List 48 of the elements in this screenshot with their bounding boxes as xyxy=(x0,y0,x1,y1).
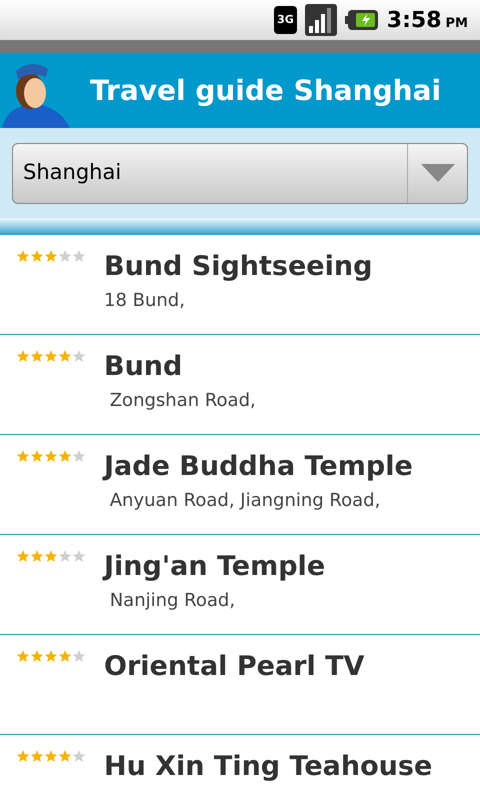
star-icon xyxy=(30,649,44,663)
place-name: Hu Xin Ting Teahouse xyxy=(104,750,432,784)
star-icon xyxy=(58,649,72,663)
star-icon xyxy=(16,249,30,263)
star-icon xyxy=(30,749,44,763)
star-icon xyxy=(58,749,72,763)
star-icon xyxy=(30,249,44,263)
clock-ampm: PM xyxy=(446,14,468,32)
place-address: 18 Bund, xyxy=(104,289,186,313)
star-icon xyxy=(72,349,86,363)
star-icon xyxy=(44,349,58,363)
place-name: Oriental Pearl TV xyxy=(104,650,364,684)
star-icon xyxy=(16,749,30,763)
place-address: Nanjing Road, xyxy=(108,589,236,613)
star-icon xyxy=(72,749,86,763)
star-icon xyxy=(72,649,86,663)
place-address: Zongshan Road, xyxy=(108,389,256,413)
star-icon xyxy=(16,549,30,563)
star-icon xyxy=(44,549,58,563)
place-name: Bund Sightseeing xyxy=(104,250,372,284)
place-address: Anyuan Road, Jiangning Road, xyxy=(108,489,382,513)
star-icon xyxy=(16,649,30,663)
star-icon xyxy=(16,449,30,463)
star-icon xyxy=(72,549,86,563)
star-icon xyxy=(30,349,44,363)
signal-icon xyxy=(304,4,337,36)
star-icon xyxy=(72,249,86,263)
star-icon xyxy=(44,749,58,763)
star-icon xyxy=(44,449,58,463)
place-name: Jing'an Temple xyxy=(104,550,326,584)
star-icon xyxy=(58,349,72,363)
city-dropdown[interactable]: Shanghai xyxy=(12,142,468,204)
star-icon xyxy=(44,249,58,263)
place-name: Jade Buddha Temple xyxy=(104,450,413,484)
star-icon xyxy=(44,649,58,663)
star-icon xyxy=(30,449,44,463)
network-indicator: 3G xyxy=(274,6,297,34)
star-icon xyxy=(72,449,86,463)
clock-time: 3:58 xyxy=(386,6,442,34)
battery-charging-icon xyxy=(344,8,379,32)
star-icon xyxy=(16,349,30,363)
app-title: Travel guide Shanghai xyxy=(90,72,442,108)
star-icon xyxy=(58,449,72,463)
star-icon xyxy=(30,549,44,563)
dropdown-arrow-icon xyxy=(420,164,454,182)
star-icon xyxy=(58,249,72,263)
place-name: Bund xyxy=(104,350,184,384)
star-icon xyxy=(58,549,72,563)
